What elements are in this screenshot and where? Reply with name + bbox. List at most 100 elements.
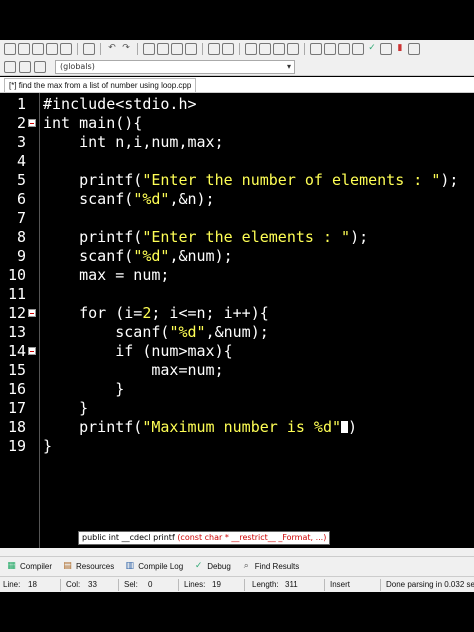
close-icon[interactable]: [60, 43, 72, 55]
code-token: "Enter the elements : ": [142, 228, 351, 246]
code-line: for (i=2; i<=n; i++){: [43, 304, 269, 323]
code-line: max = num;: [43, 266, 169, 285]
chevron-down-icon: ▾: [286, 61, 291, 71]
tab-label: Resources: [76, 562, 115, 571]
line-number: 5: [16, 171, 26, 189]
profile-icon[interactable]: [408, 43, 420, 55]
code-line: scanf("%d",&n);: [43, 190, 215, 209]
code-token: ,&num);: [169, 247, 233, 265]
toolbar-divider: [77, 43, 78, 55]
rebuild-icon[interactable]: [352, 43, 364, 55]
status-bar: Line: 18 Col: 33 Sel: 0 Lines: 19 Length…: [0, 576, 474, 592]
code-token: max=num;: [151, 361, 224, 379]
code-token: }: [115, 380, 125, 398]
class-browser-icon[interactable]: [4, 60, 16, 73]
line-number: 2: [16, 114, 26, 132]
fold-toggle-icon[interactable]: [28, 119, 36, 127]
code-token: "Enter the number of elements : ": [142, 171, 441, 189]
tab-debug[interactable]: ✓ Debug: [193, 561, 231, 572]
find-results-icon: ⌕: [243, 561, 249, 571]
open-icon[interactable]: [18, 43, 30, 55]
goto-icon[interactable]: [185, 43, 197, 55]
file-tab-bar: [*] find the max from a list of number u…: [0, 77, 474, 93]
chart-icon[interactable]: ▮: [394, 43, 406, 55]
tab-compiler[interactable]: ▦ Compiler: [6, 561, 52, 572]
status-length-label: Length:: [252, 580, 279, 589]
compile-icon[interactable]: [310, 43, 322, 55]
code-token: #include<stdio.h>: [43, 95, 197, 113]
code-token: ,&n);: [169, 190, 215, 208]
main-toolbar: ↶ ↷ ✓ ▮: [0, 40, 474, 58]
print-icon[interactable]: [83, 43, 95, 55]
compile-run-icon[interactable]: [338, 43, 350, 55]
resources-icon: ▤: [63, 561, 72, 571]
function-signature-tooltip: public int __cdecl printf (const char * …: [78, 531, 331, 545]
code-token: printf(: [79, 171, 143, 189]
debug-icon[interactable]: ✓: [366, 43, 378, 55]
toolbar-divider: [202, 43, 203, 55]
status-mode: Insert: [330, 580, 351, 589]
search-icon[interactable]: [143, 43, 155, 55]
tab-compile-log[interactable]: ▥ Compile Log: [124, 561, 184, 572]
code-line: #include<stdio.h>: [43, 95, 197, 114]
status-lines-label: Lines:: [184, 580, 206, 589]
tab-resources[interactable]: ▤ Resources: [62, 561, 114, 572]
line-number: 11: [7, 285, 26, 303]
line-number: 13: [7, 323, 26, 341]
status-divider: [60, 579, 61, 591]
status-divider: [178, 579, 179, 591]
line-number: 6: [16, 190, 26, 208]
bookmark-prev-icon[interactable]: [287, 43, 299, 55]
code-token: int n,i,num,max;: [79, 133, 224, 151]
toggle-comment-icon[interactable]: [245, 43, 257, 55]
unindent-icon[interactable]: [222, 43, 234, 55]
line-number: 9: [16, 247, 26, 265]
new-file-icon[interactable]: [4, 43, 16, 55]
status-length-value: 311: [285, 580, 298, 589]
code-token: }: [79, 399, 89, 417]
code-line: printf("Enter the number of elements : "…: [43, 171, 458, 190]
secondary-toolbar: (globals) ▾: [0, 58, 474, 76]
line-number: 17: [7, 399, 26, 417]
code-line: if (num>max){: [43, 342, 232, 361]
bottom-black-band: [0, 592, 474, 632]
code-token: );: [350, 228, 369, 246]
find-next-icon[interactable]: [171, 43, 183, 55]
tooltip-params: (const char * __restrict__ _Format, ...): [177, 533, 327, 542]
replace-icon[interactable]: [157, 43, 169, 55]
status-divider: [380, 579, 381, 591]
line-number: 3: [16, 133, 26, 151]
status-col-value: 33: [88, 580, 97, 589]
fold-toggle-icon[interactable]: [28, 347, 36, 355]
line-number: 10: [7, 266, 26, 284]
code-line: printf("Maximum number is %d"): [43, 418, 357, 437]
save-icon[interactable]: [32, 43, 44, 55]
tooltip-signature: public int __cdecl printf: [82, 533, 178, 542]
save-all-icon[interactable]: [46, 43, 58, 55]
redo-icon[interactable]: ↷: [120, 43, 132, 55]
fold-toggle-icon[interactable]: [28, 309, 36, 317]
line-number: 18: [7, 418, 26, 436]
bookmark-next-icon[interactable]: [273, 43, 285, 55]
scope-select[interactable]: (globals) ▾: [55, 59, 295, 74]
project-icon[interactable]: [34, 60, 46, 73]
indent-icon[interactable]: [208, 43, 220, 55]
code-editor[interactable]: 1 2 3 4 5 6 7 8 9 10 11 12 13 14 15 16 17 18 19 #include<s…: [0, 93, 474, 548]
line-number: 12: [7, 304, 26, 322]
status-line-value: 18: [28, 580, 37, 589]
members-icon[interactable]: [19, 60, 31, 73]
code-token: scanf(: [79, 247, 134, 265]
undo-icon[interactable]: ↶: [106, 43, 118, 55]
panel-spacer: [0, 548, 474, 556]
bookmark-icon[interactable]: [259, 43, 271, 55]
stop-icon[interactable]: [380, 43, 392, 55]
status-sel-value: 0: [148, 580, 153, 589]
code-line: }: [43, 399, 88, 418]
code-line: }: [43, 380, 124, 399]
file-tab[interactable]: [*] find the max from a list of number u…: [4, 78, 197, 92]
code-line: scanf("%d",&num);: [43, 247, 233, 266]
tab-find-results[interactable]: ⌕ Find Results: [241, 561, 300, 572]
code-token: "%d": [169, 323, 206, 341]
code-line: scanf("%d",&num);: [43, 323, 269, 342]
run-icon[interactable]: [324, 43, 336, 55]
